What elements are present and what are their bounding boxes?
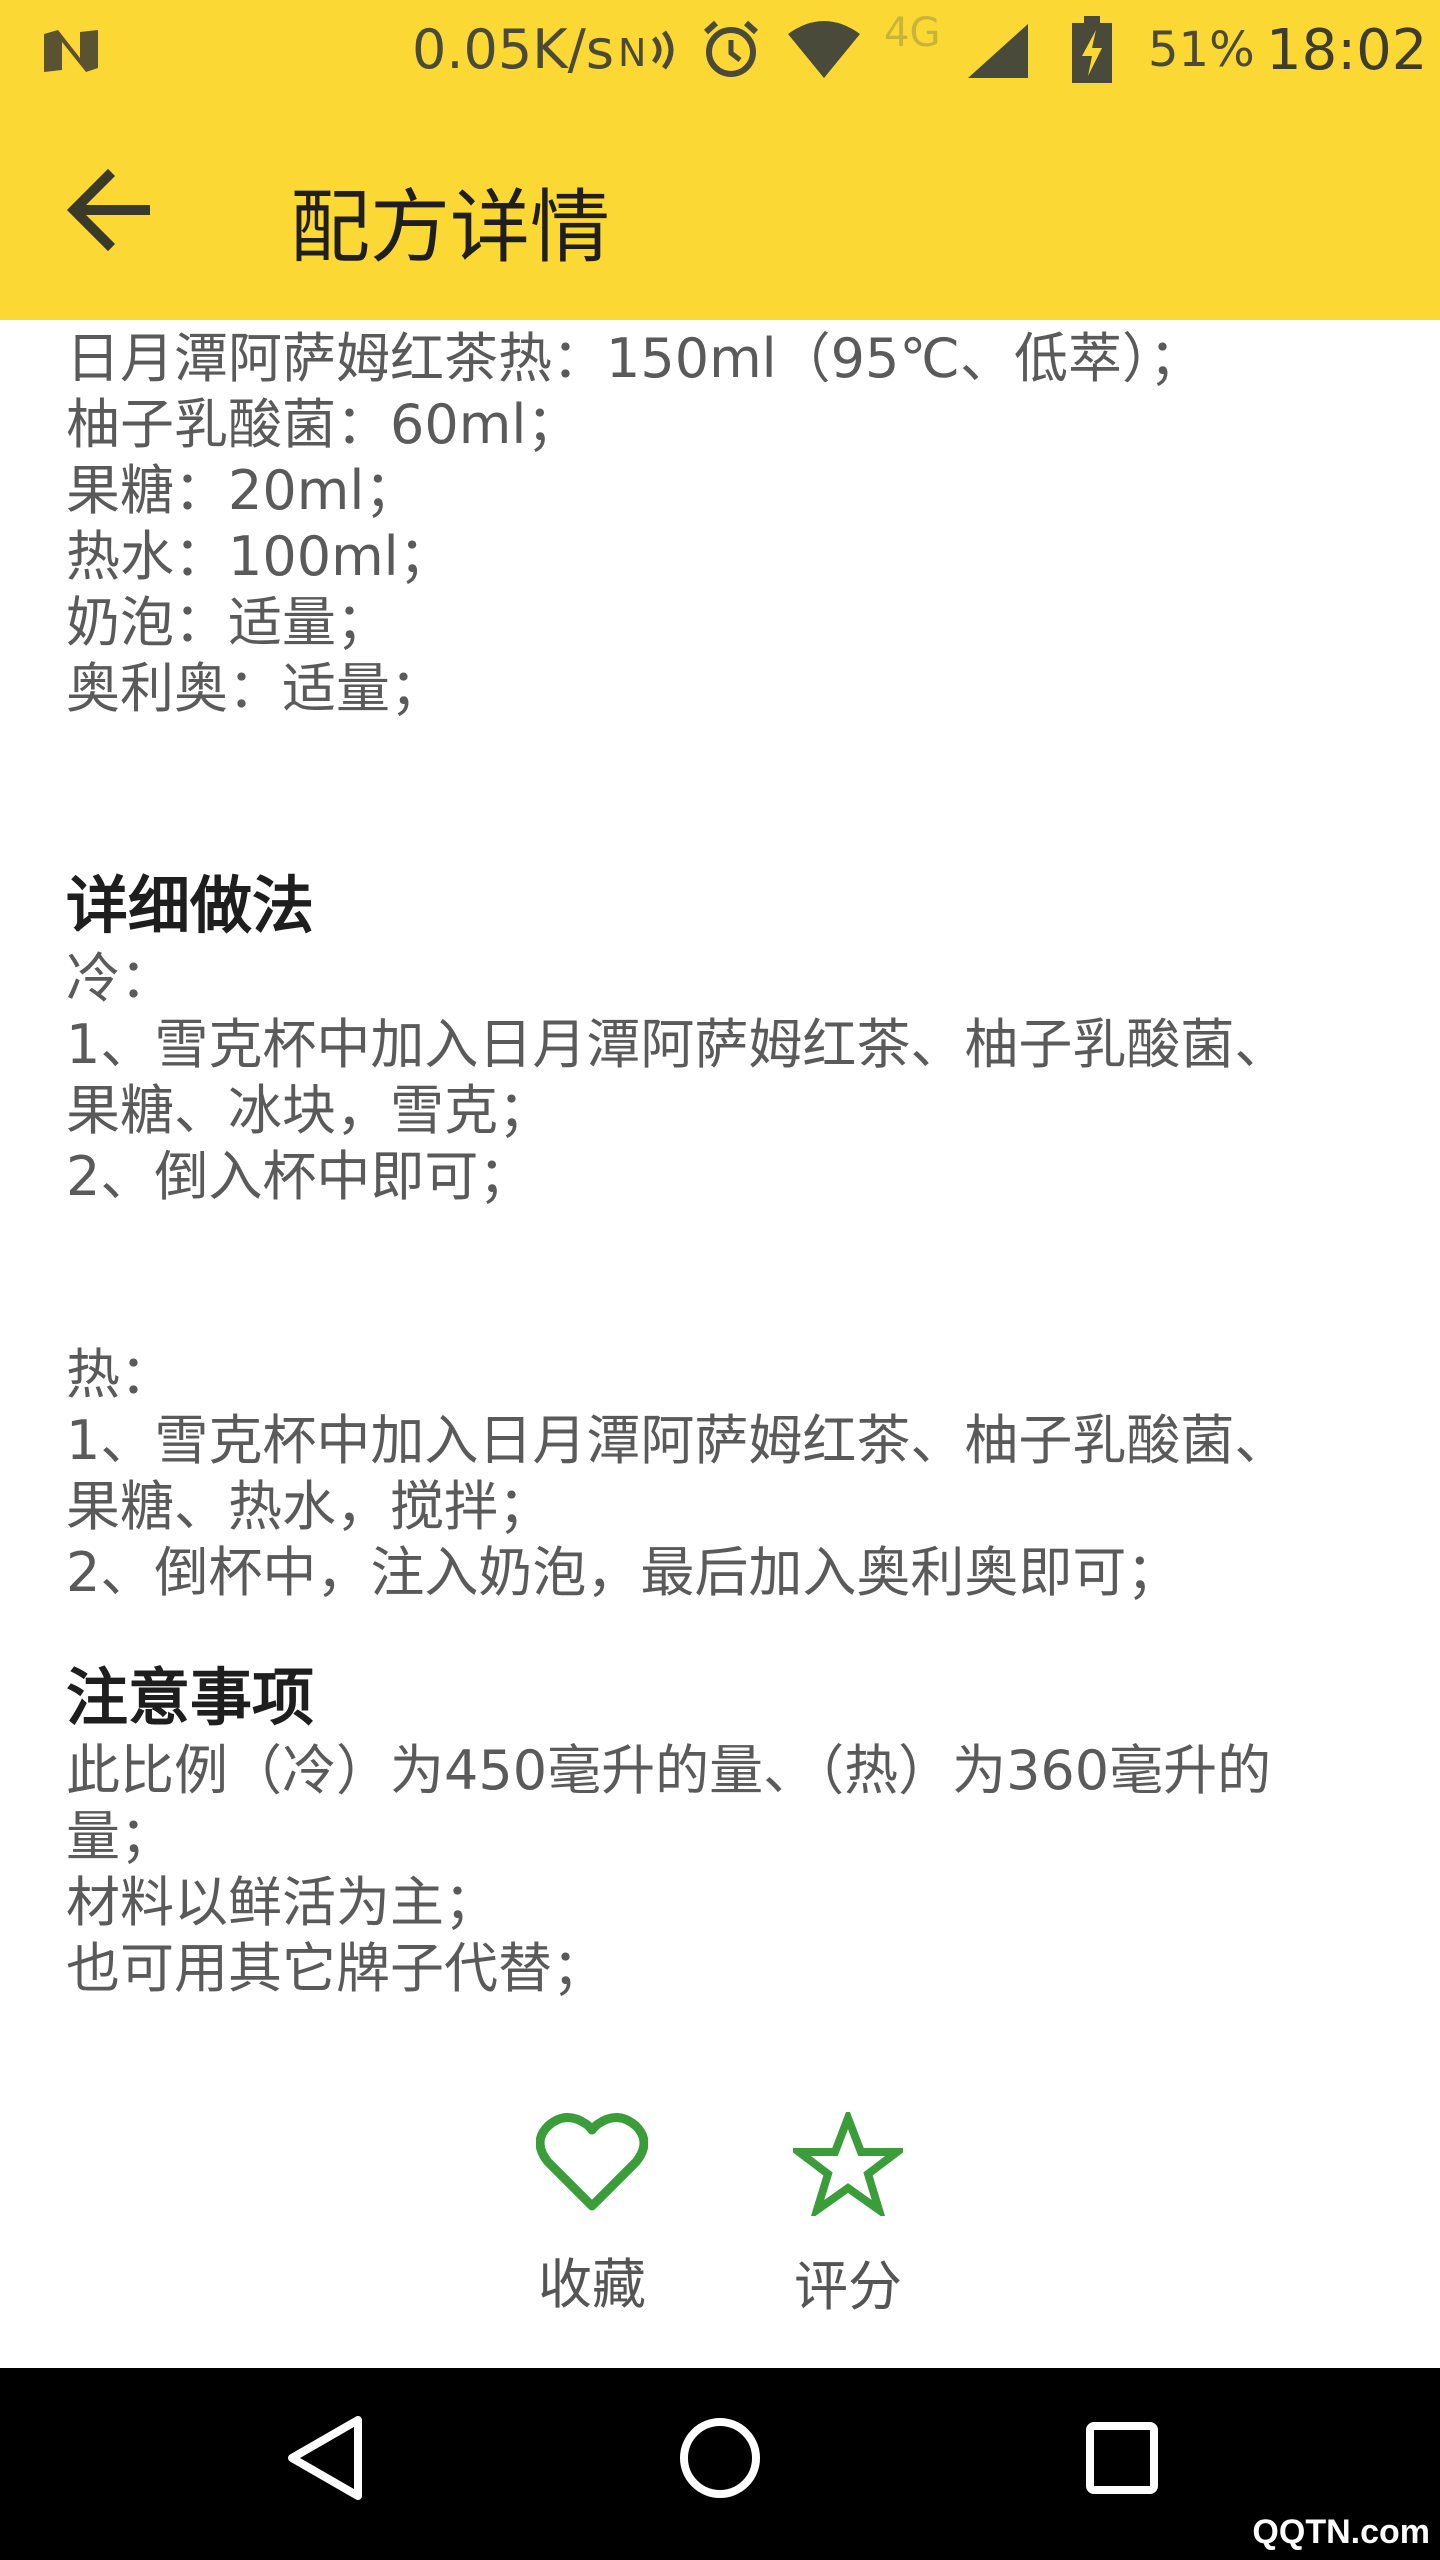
method-heading: 详细做法 bbox=[66, 869, 315, 942]
signal-icon bbox=[968, 24, 1028, 78]
heart-outline-icon bbox=[535, 2113, 649, 2211]
ingredient-item: 果糖：20ml； bbox=[66, 459, 419, 522]
network-type: 4G bbox=[884, 10, 941, 56]
notes-list: 此比例（冷）为450毫升的量、（热）为360毫升的 量； 材料以鲜活为主； 也可… bbox=[66, 1738, 1386, 2002]
battery-percent: 51% bbox=[1148, 22, 1255, 78]
wifi-icon bbox=[788, 21, 860, 78]
note-item: 也可用其它牌子代替； bbox=[66, 1937, 606, 2000]
notes-heading: 注意事项 bbox=[66, 1661, 315, 1734]
note-item: 此比例（冷）为450毫升的量、（热）为360毫升的 bbox=[66, 1739, 1272, 1802]
system-nav-bar: QQTN.com bbox=[0, 2368, 1440, 2560]
nfc-icon: N bbox=[618, 30, 674, 75]
method-step: 1、雪克杯中加入日月潭阿萨姆红茶、柚子乳酸菌、 bbox=[66, 1409, 1289, 1472]
note-item: 材料以鲜活为主； bbox=[66, 1871, 498, 1934]
page-title: 配方详情 bbox=[290, 181, 610, 274]
method-step: 2、倒入杯中即可； bbox=[66, 1145, 533, 1208]
rate-button[interactable]: 评分 bbox=[758, 2106, 938, 2321]
method-hot: 热： 1、雪克杯中加入日月潭阿萨姆红茶、柚子乳酸菌、 果糖、热水，搅拌； 2、倒… bbox=[66, 1342, 1386, 1606]
home-circle-icon[interactable] bbox=[674, 2408, 766, 2508]
method-cold-label: 冷： bbox=[66, 947, 174, 1010]
arrow-left-icon[interactable] bbox=[62, 160, 162, 260]
method-cold: 冷： 1、雪克杯中加入日月潭阿萨姆红茶、柚子乳酸菌、 果糖、冰块，雪克； 2、倒… bbox=[66, 946, 1386, 1210]
battery-charging-icon bbox=[1072, 16, 1112, 83]
alarm-icon bbox=[703, 20, 759, 77]
ingredient-item: 奥利奥：适量； bbox=[66, 657, 444, 720]
action-bar: 收藏 评分 bbox=[0, 2100, 1440, 2330]
note-item: 量； bbox=[66, 1805, 174, 1868]
rate-label: 评分 bbox=[794, 2255, 902, 2318]
method-step: 2、倒杯中，注入奶泡，最后加入奥利奥即可； bbox=[66, 1541, 1181, 1604]
ingredients-list: 日月潭阿萨姆红茶热：150ml（95℃、低萃）； 柚子乳酸菌：60ml； 果糖：… bbox=[66, 326, 1386, 722]
network-speed: 0.05K/s bbox=[412, 18, 614, 81]
ingredient-item: 热水：100ml； bbox=[66, 525, 453, 588]
top-header: 0.05K/s N 4G 51% 18:02 配方详情 bbox=[0, 0, 1440, 320]
method-hot-label: 热： bbox=[66, 1343, 174, 1406]
star-outline-icon bbox=[787, 2106, 909, 2221]
ingredient-item: 日月潭阿萨姆红茶热：150ml（95℃、低萃）； bbox=[66, 327, 1204, 390]
svg-text:N: N bbox=[618, 31, 646, 75]
method-step: 果糖、冰块，雪克； bbox=[66, 1079, 552, 1142]
method-step: 果糖、热水，搅拌； bbox=[66, 1475, 552, 1538]
ingredient-item: 奶泡：适量； bbox=[66, 591, 390, 654]
status-bar: 0.05K/s N 4G 51% 18:02 bbox=[0, 0, 1440, 100]
method-step: 1、雪克杯中加入日月潭阿萨姆红茶、柚子乳酸菌、 bbox=[66, 1013, 1289, 1076]
back-triangle-icon[interactable] bbox=[280, 2408, 370, 2508]
watermark-logo: QQTN.com bbox=[1252, 2513, 1430, 2551]
recipe-content: 日月潭阿萨姆红茶热：150ml（95℃、低萃）； 柚子乳酸菌：60ml； 果糖：… bbox=[66, 320, 1386, 2002]
ingredient-item: 柚子乳酸菌：60ml； bbox=[66, 393, 581, 456]
clock-time: 18:02 bbox=[1266, 18, 1428, 83]
favorite-label: 收藏 bbox=[538, 2253, 646, 2316]
app-n-icon bbox=[44, 30, 98, 72]
recents-square-icon[interactable] bbox=[1078, 2408, 1168, 2508]
favorite-button[interactable]: 收藏 bbox=[502, 2112, 682, 2319]
